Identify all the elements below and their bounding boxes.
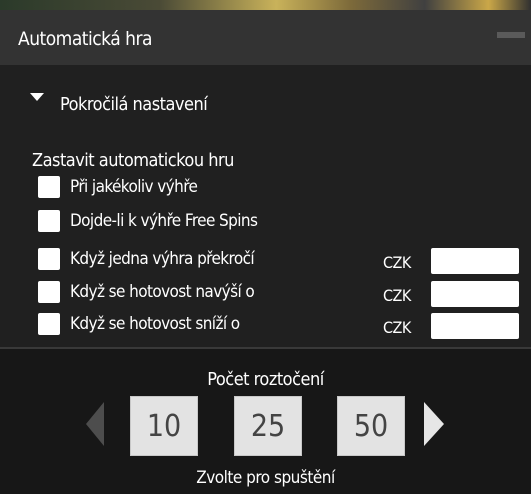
checkbox-balance-increases[interactable] (38, 281, 60, 303)
spin-count-10-button[interactable]: 10 (130, 396, 198, 456)
single-win-amount-input[interactable] (431, 248, 519, 274)
option-label: Dojde-li k výhře Free Spins (70, 211, 258, 231)
spin-count-title: Počet roztočení (207, 369, 324, 390)
checkbox-free-spins[interactable] (38, 210, 60, 232)
option-label: Když se hotovost navýší o (70, 282, 255, 302)
stop-option-balance-decreases[interactable]: Když se hotovost sníží o CZK (0, 313, 531, 343)
balance-decrease-amount-input[interactable] (431, 313, 519, 339)
title-bar: Automatická hra (0, 10, 531, 65)
option-label: Když jedna výhra překročí (70, 249, 255, 269)
background-strip (0, 0, 531, 10)
next-arrow-icon[interactable] (424, 402, 444, 446)
stop-option-single-win-exceeds[interactable]: Když jedna výhra překročí CZK (0, 248, 531, 278)
stop-option-free-spins[interactable]: Dojde-li k výhře Free Spins (0, 210, 531, 240)
window-title: Automatická hra (18, 28, 152, 50)
stop-option-any-win[interactable]: Při jakékoliv výhře (0, 176, 531, 206)
checkbox-any-win[interactable] (38, 176, 60, 198)
currency-label: CZK (383, 286, 411, 305)
spin-count-panel: Počet roztočení 10 25 50 Zvolte pro spuš… (0, 347, 531, 494)
currency-label: CZK (383, 318, 411, 337)
minimize-icon[interactable] (497, 32, 525, 38)
spin-count-50-button[interactable]: 50 (337, 396, 405, 456)
checkbox-balance-decreases[interactable] (38, 313, 60, 335)
checkbox-single-win-exceeds[interactable] (38, 248, 60, 270)
option-label: Při jakékoliv výhře (70, 177, 198, 197)
disclosure-triangle-icon[interactable] (30, 93, 44, 101)
balance-increase-amount-input[interactable] (431, 281, 519, 307)
stop-autoplay-title: Zastavit automatickou hru (32, 150, 234, 171)
spin-count-25-button[interactable]: 25 (234, 396, 302, 456)
select-to-start-label: Zvolte pro spuštění (196, 468, 335, 488)
advanced-settings-toggle[interactable]: Pokročilá nastavení (60, 94, 208, 115)
currency-label: CZK (383, 253, 411, 272)
previous-arrow-icon[interactable] (86, 402, 104, 446)
stop-option-balance-increases[interactable]: Když se hotovost navýší o CZK (0, 281, 531, 311)
option-label: Když se hotovost sníží o (70, 314, 240, 334)
